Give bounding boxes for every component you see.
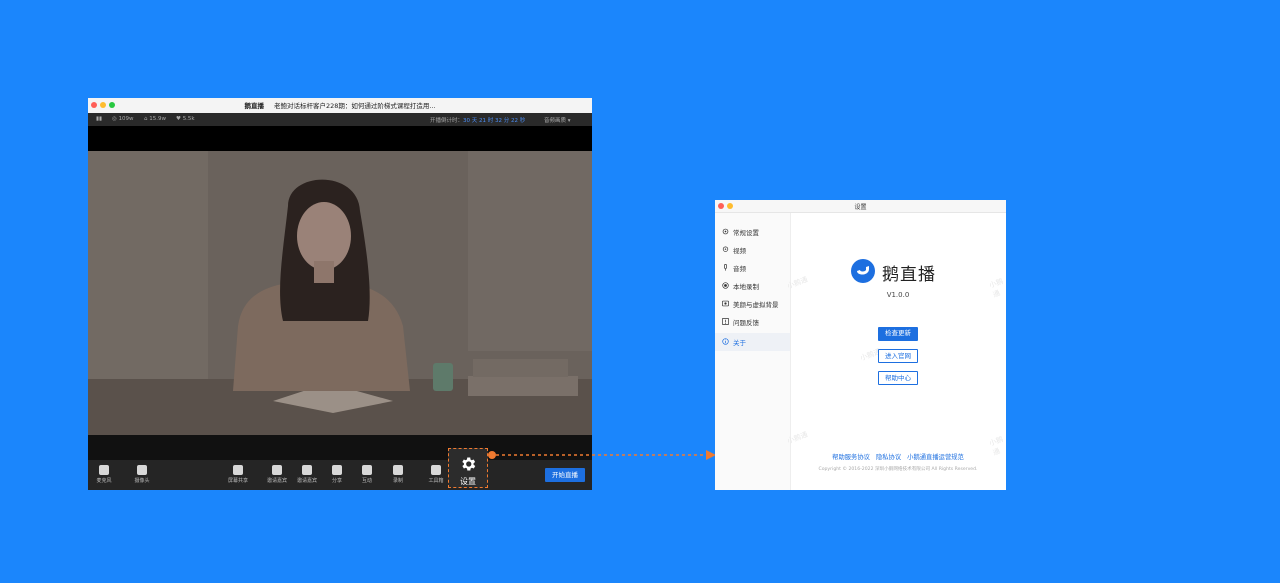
operation-rules-link[interactable]: 小鹅通直播运营规范 bbox=[907, 454, 964, 461]
video-preview bbox=[88, 151, 592, 435]
record-icon bbox=[722, 282, 729, 289]
presenter-image bbox=[88, 151, 592, 435]
control-bar: 麦克风 摄像头 屏幕共享 邀请嘉宾 邀请嘉宾 分享 互动 录制 工具箱 开始直播 bbox=[88, 460, 592, 490]
camera-icon bbox=[137, 465, 147, 475]
course-title: 老鲍对话标杆客户228期：如何通过阶梯式课程打造用... bbox=[273, 102, 436, 110]
screen-share-button[interactable]: 屏幕共享 bbox=[225, 465, 251, 484]
microphone-icon bbox=[99, 465, 109, 475]
record-button[interactable]: 录制 bbox=[385, 465, 411, 484]
beauty-icon bbox=[722, 300, 729, 307]
copyright: Copyright © 2016-2022 深圳小鹅网络技术有限公司 All R… bbox=[818, 467, 978, 472]
microphone-icon bbox=[724, 264, 727, 271]
service-agreement-link[interactable]: 帮助服务协议 bbox=[832, 454, 870, 461]
viewer-count: ⌂ 15.9w bbox=[144, 116, 166, 122]
help-center-button[interactable]: 帮助中心 bbox=[878, 371, 918, 385]
settings-window: 设置 常规设置 视频 音频 本地录制 美颜与虚拟背景 问题反馈 关于 小鹅通 小… bbox=[715, 200, 1006, 490]
settings-label: 设置 bbox=[460, 477, 476, 486]
screen-share-icon bbox=[233, 465, 243, 475]
toolbox-icon bbox=[431, 465, 441, 475]
mic-button[interactable]: 麦克风 bbox=[91, 465, 117, 484]
camera-icon bbox=[722, 246, 729, 252]
check-update-button[interactable]: 检查更新 bbox=[878, 327, 918, 341]
live-window: 鹅直播 老鲍对话标杆客户228期：如何通过阶梯式课程打造用... ▮▮ ◎ 109… bbox=[88, 98, 592, 490]
logo-icon bbox=[851, 259, 875, 283]
settings-button-highlight[interactable]: 设置 bbox=[448, 448, 488, 488]
settings-title: 设置 bbox=[854, 204, 867, 211]
app-name: 鹅直播 bbox=[244, 102, 264, 110]
video-area bbox=[88, 126, 592, 435]
invite-button-2[interactable]: 邀请嘉宾 bbox=[294, 465, 320, 484]
people-icon bbox=[302, 465, 312, 475]
camera-button[interactable]: 摄像头 bbox=[129, 465, 155, 484]
settings-sidebar: 常规设置 视频 音频 本地录制 美颜与虚拟背景 问题反馈 关于 bbox=[715, 213, 791, 490]
brand-name: 鹅直播 bbox=[882, 265, 936, 285]
countdown: 开播倒计时：30 天 21 时 32 分 22 秒 bbox=[430, 118, 526, 124]
status-bar: ▮▮ ◎ 109w ⌂ 15.9w ♥ 5.5k 开播倒计时：30 天 21 时… bbox=[88, 113, 592, 126]
toolbox-button[interactable]: 工具箱 bbox=[423, 465, 449, 484]
nav-video[interactable]: 视频 bbox=[715, 241, 790, 259]
nav-audio[interactable]: 音频 bbox=[715, 259, 790, 277]
invite-guest-button[interactable]: 邀请嘉宾 bbox=[264, 465, 290, 484]
nav-about[interactable]: 关于 bbox=[715, 333, 790, 351]
privacy-link[interactable]: 隐私协议 bbox=[876, 454, 901, 461]
start-live-button[interactable]: 开始直播 bbox=[545, 468, 585, 482]
gear-icon bbox=[722, 228, 729, 235]
feedback-icon bbox=[722, 318, 729, 325]
like-count: ♥ 5.5k bbox=[176, 116, 195, 122]
official-site-button[interactable]: 进入官网 bbox=[878, 349, 918, 363]
record-icon bbox=[393, 465, 403, 475]
interact-button[interactable]: 互动 bbox=[354, 465, 380, 484]
nav-feedback[interactable]: 问题反馈 bbox=[715, 313, 790, 331]
gear-icon bbox=[462, 457, 476, 471]
info-icon bbox=[722, 338, 729, 345]
callout-arrow bbox=[488, 450, 716, 460]
nav-general[interactable]: 常规设置 bbox=[715, 223, 790, 241]
share-button[interactable]: 分享 bbox=[324, 465, 350, 484]
version-text: V1.0.0 bbox=[886, 291, 910, 299]
online-count: ◎ 109w bbox=[112, 116, 134, 122]
person-icon bbox=[272, 465, 282, 475]
window-title: 鹅直播 老鲍对话标杆客户228期：如何通过阶梯式课程打造用... bbox=[88, 100, 592, 110]
footer-links: 帮助服务协议 隐私协议 小鹅通直播运营规范 bbox=[790, 452, 1006, 461]
live-titlebar: 鹅直播 老鲍对话标杆客户228期：如何通过阶梯式课程打造用... bbox=[88, 98, 592, 113]
signal-icon: ▮▮ bbox=[96, 116, 103, 122]
chat-icon bbox=[362, 465, 372, 475]
quality-select[interactable]: 音频画质 ▾ bbox=[544, 116, 571, 124]
settings-titlebar: 设置 bbox=[715, 200, 1006, 213]
share-icon bbox=[332, 465, 342, 475]
